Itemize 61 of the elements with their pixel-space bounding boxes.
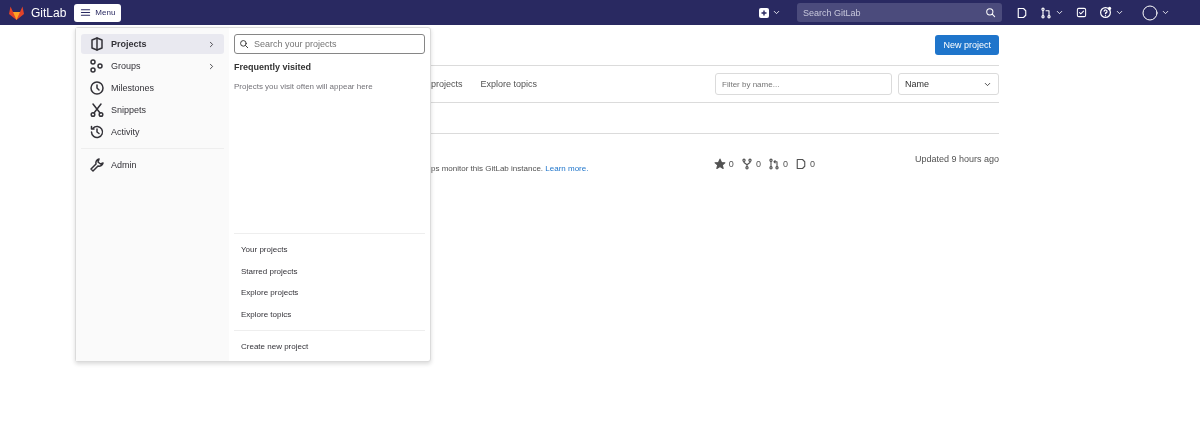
merge-requests-button[interactable] <box>1040 6 1064 19</box>
chevron-down-icon <box>772 8 781 17</box>
help-icon <box>1099 6 1112 19</box>
help-button[interactable] <box>1099 6 1124 19</box>
user-menu-button[interactable] <box>1142 4 1170 21</box>
menu-link[interactable]: Explore projects <box>234 282 425 304</box>
history-icon <box>89 124 105 140</box>
menu-icon <box>80 7 92 18</box>
tab[interactable]: Explore topics <box>480 79 538 89</box>
fork-icon <box>740 157 753 170</box>
project-search-field[interactable]: Search your projects <box>234 34 425 54</box>
search-icon <box>239 39 249 49</box>
section-title: Frequently visited <box>234 62 313 72</box>
shield-icon <box>89 36 105 52</box>
chevron-right-icon <box>207 61 216 71</box>
menu-link[interactable]: Explore topics <box>234 303 425 325</box>
issues-button[interactable] <box>1016 6 1028 19</box>
star-icon <box>713 157 726 170</box>
stat-count: 0 <box>728 158 734 169</box>
plus-square-icon <box>759 7 769 18</box>
menu-item[interactable]: Projects <box>81 34 224 54</box>
stat-count: 0 <box>809 158 815 169</box>
menu-link[interactable]: Your projects <box>234 239 425 261</box>
menu-item[interactable]: Activity <box>81 122 224 142</box>
project-description: ps monitor this GitLab instance. Learn more. <box>431 164 589 173</box>
new-project-button[interactable]: New project <box>935 35 999 55</box>
chevron-down-icon <box>1161 8 1170 17</box>
stat-count: 0 <box>782 158 788 169</box>
wrench-icon <box>89 157 105 173</box>
merge-request-icon <box>1040 6 1052 19</box>
todos-button[interactable] <box>1076 7 1087 18</box>
menu-link[interactable]: Starred projects <box>234 260 425 282</box>
new-dropdown[interactable] <box>759 7 781 18</box>
clock-icon <box>89 80 105 96</box>
filter-field[interactable]: Filter by name... <box>715 73 892 95</box>
chevron-right-icon <box>207 39 216 49</box>
updated-time: Updated 9 hours ago <box>914 154 999 166</box>
menu-button[interactable]: Menu <box>74 3 122 22</box>
scissors-icon <box>89 102 105 118</box>
groups-icon <box>89 58 105 74</box>
search-field[interactable]: Search GitLab <box>797 3 1002 22</box>
sort-dropdown[interactable]: Name <box>898 73 999 95</box>
fox-logo-icon[interactable] <box>8 4 25 21</box>
menu-item[interactable]: Groups <box>81 56 224 76</box>
merge-request-icon <box>767 157 780 170</box>
issue-icon <box>794 157 807 170</box>
avatar-icon <box>1142 4 1158 21</box>
empty-message: Projects you visit often will appear here <box>234 82 374 91</box>
chevron-down-icon <box>1055 8 1064 17</box>
checkbox-icon <box>1076 7 1087 18</box>
menu-item[interactable]: Milestones <box>81 78 224 98</box>
issue-icon <box>1016 6 1028 19</box>
learn-more-link[interactable]: Learn more. <box>545 164 589 173</box>
brand-name[interactable]: GitLab <box>31 5 67 20</box>
search-icon <box>985 7 996 18</box>
menu-link[interactable]: Create new project <box>234 330 425 361</box>
menu-item[interactable]: Snippets <box>81 100 224 120</box>
chevron-down-icon <box>1115 8 1124 17</box>
stat-count: 0 <box>755 158 761 169</box>
menu-item[interactable]: Admin <box>81 155 224 175</box>
tab[interactable]: projects <box>431 79 463 89</box>
